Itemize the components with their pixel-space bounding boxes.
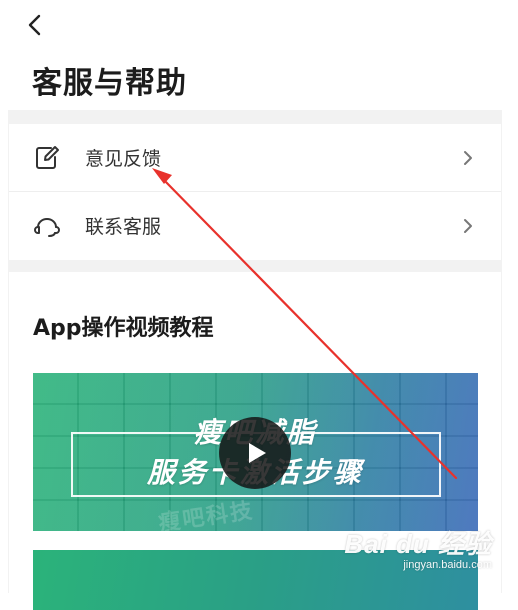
menu-item-contact-service[interactable]: 联系客服 <box>9 191 501 259</box>
page-title: 客服与帮助 <box>32 66 187 101</box>
section-divider <box>8 110 502 124</box>
section-divider <box>8 260 502 272</box>
chevron-right-icon <box>464 150 472 165</box>
menu-item-feedback[interactable]: 意见反馈 <box>9 124 501 191</box>
headset-icon <box>34 217 60 237</box>
edit-icon <box>36 145 59 169</box>
back-button[interactable] <box>20 10 50 40</box>
menu-label-feedback: 意见反馈 <box>85 148 162 170</box>
play-icon <box>249 443 266 463</box>
chevron-right-icon <box>464 218 472 233</box>
help-menu: 意见反馈 联系客服 <box>8 124 502 260</box>
video-card[interactable]: 瘦吧科技 瘦吧减脂 服务卡激活步骤 <box>33 373 478 531</box>
play-button[interactable] <box>219 417 291 489</box>
chevron-left-icon <box>28 14 41 36</box>
menu-label-contact-service: 联系客服 <box>85 216 162 238</box>
baidu-jingyan-watermark: Bai du 经验 jingyan.baidu.com <box>344 524 492 571</box>
section-title: App操作视频教程 <box>33 316 214 341</box>
baidu-logo: Bai du 经验 <box>344 529 492 559</box>
